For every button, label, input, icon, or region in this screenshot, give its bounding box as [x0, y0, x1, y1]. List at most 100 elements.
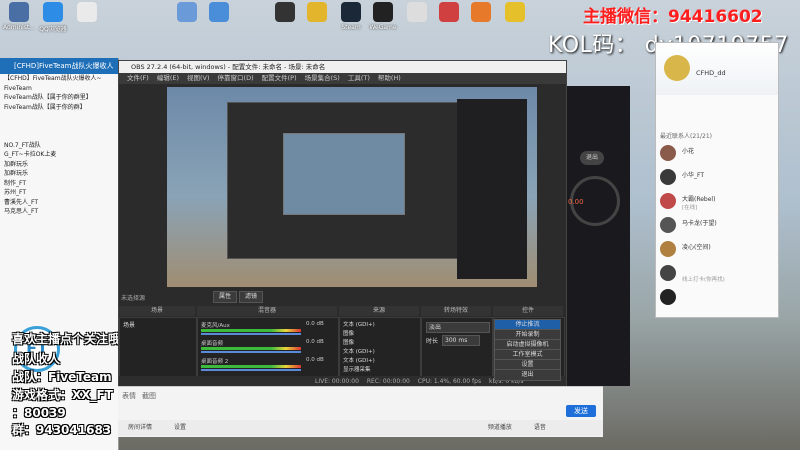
channel-play-link[interactable]: 频道播放 — [488, 424, 512, 431]
emoji-tool[interactable]: 表情 — [122, 391, 136, 401]
properties-button[interactable]: 属性 — [213, 291, 237, 303]
mixer-track-name: 麦克风/Aux — [201, 323, 230, 329]
mixer-track-db: 0.0 dB — [306, 339, 324, 345]
desktop-icon[interactable] — [268, 2, 302, 24]
app-icon — [9, 2, 29, 22]
chat-message-list: 【CFHD】FiveTeam战队火爆收人~ FiveTeam FiveTeam战队【… — [0, 74, 118, 217]
desktop-icon[interactable]: QQ浏览器 — [36, 2, 70, 33]
source-item[interactable]: 图像 — [343, 338, 417, 346]
chat-line: G_FT~卡拉OK上麦 — [4, 151, 57, 158]
duration-label: 时长 — [426, 338, 439, 345]
menu-item[interactable]: 帮助(H) — [378, 74, 401, 82]
volume-meter — [201, 347, 301, 350]
mixer-track-name: 桌面音频 — [201, 341, 224, 347]
volume-slider[interactable] — [201, 351, 301, 353]
source-item[interactable]: 显示器采集 — [343, 365, 417, 373]
qq-contact[interactable]: 凌心(空间) — [660, 239, 774, 261]
obs-preview-canvas[interactable] — [167, 87, 537, 287]
app-icon — [43, 2, 63, 22]
desktop-icon-label: Administ... — [3, 24, 35, 31]
send-button[interactable]: 发送 — [566, 405, 596, 417]
desktop-icon[interactable] — [300, 2, 334, 24]
client-stat: 0.00 — [568, 198, 584, 206]
cpu-status: CPU: 1.4%, 60.00 fps — [417, 378, 482, 385]
desktop-icon[interactable] — [432, 2, 466, 24]
qq-avatar[interactable] — [664, 55, 690, 81]
desktop-icon[interactable]: WeGame — [366, 2, 400, 31]
rec-status: REC: 00:00:00 — [366, 378, 410, 385]
desktop-icon[interactable] — [400, 2, 434, 24]
desktop-icon[interactable] — [202, 2, 236, 24]
qq-contact[interactable]: 小花 — [660, 143, 774, 165]
source-item[interactable]: 文本 (GDI+) — [343, 347, 417, 355]
desktop-icon[interactable]: Steam — [334, 2, 368, 31]
duration-input[interactable]: 300 ms — [442, 335, 480, 346]
overlay-line: 群：943041683 — [12, 423, 112, 437]
mixer-track-db: 0.0 dB — [306, 357, 324, 363]
transition-select[interactable]: 淡出 — [426, 322, 490, 333]
contact-avatar — [660, 169, 676, 185]
chat-line — [0, 131, 118, 141]
volume-slider[interactable] — [201, 333, 301, 335]
source-item[interactable]: 文本 (GDI+) — [343, 356, 417, 364]
qq-section-title: 最近联系人(21/21) — [660, 133, 712, 140]
client-exit-button[interactable]: 退出 — [580, 151, 604, 165]
mixer-track-name: 桌面音频 2 — [201, 359, 229, 365]
preview-nested-inner — [283, 133, 405, 215]
control-button[interactable]: 退出 — [494, 369, 561, 381]
controls-dock-header: 控件 — [493, 306, 563, 316]
desktop-icon[interactable] — [498, 2, 532, 24]
menu-item[interactable]: 工具(T) — [348, 74, 370, 82]
volume-slider[interactable] — [201, 369, 301, 371]
menu-item[interactable]: 场景集合(S) — [305, 74, 340, 82]
qq-contact[interactable]: 线上打卡(你再找) — [660, 263, 774, 285]
qq-contact[interactable]: 小华_FT — [660, 167, 774, 189]
overlay-line: 战队收人 — [12, 352, 61, 366]
filters-button[interactable]: 滤镜 — [239, 291, 263, 303]
obs-menu-bar: 文件(F) 编辑(E) 视图(V) 停靠窗口(D) 配置文件(P) 场景集合(S) 工具(T… — [119, 73, 566, 84]
overlay-line: 战队：FiveTeam — [12, 370, 112, 384]
qq-contact[interactable] — [660, 287, 774, 309]
contact-avatar — [660, 193, 676, 209]
chat-line: 曹溪先人_FT — [4, 198, 39, 206]
chat-line: 加群玩乐 — [4, 170, 29, 177]
mixer-dock-header: 混音器 — [197, 306, 337, 316]
desktop-icon[interactable] — [70, 2, 104, 24]
screenshot-tool[interactable]: 截图 — [142, 391, 156, 401]
menu-item[interactable]: 编辑(E) — [157, 74, 179, 82]
mixer-track-db: 0.0 dB — [306, 321, 324, 327]
menu-item[interactable]: 文件(F) — [127, 74, 149, 82]
contact-status: 线上打卡(你再找) — [682, 277, 725, 283]
desktop-icon-label: WeGame — [369, 24, 397, 31]
source-item[interactable]: 文本 (GDI+) — [343, 320, 417, 328]
app-icon — [439, 2, 459, 22]
app-icon — [373, 2, 393, 22]
overlay-line: 游戏格式：XX_FT — [12, 388, 113, 402]
scenes-dock: 场景 — [119, 317, 197, 377]
source-item[interactable]: 图像 — [343, 329, 417, 337]
qq-contact[interactable]: 大霸(Rebel) [在线] — [660, 191, 774, 213]
app-icon — [341, 2, 361, 22]
desktop-icon[interactable] — [170, 2, 204, 24]
menu-item[interactable]: 停靠窗口(D) — [218, 74, 254, 82]
contact-status: [在线] — [682, 205, 698, 211]
app-icon — [77, 2, 97, 22]
voice-link[interactable]: 语音 — [534, 424, 546, 431]
contact-avatar — [660, 265, 676, 281]
menu-item[interactable]: 配置文件(P) — [262, 74, 297, 82]
preview-caption: 未选择源 — [121, 295, 146, 302]
settings-link[interactable]: 设置 — [174, 424, 186, 431]
scene-item[interactable]: 场景 — [120, 318, 196, 331]
desktop-icon-label: Steam — [341, 24, 361, 31]
desktop-icon[interactable]: Administ... — [2, 2, 36, 31]
contact-avatar — [660, 241, 676, 257]
contact-name: 马卡龙(于望) — [682, 220, 717, 227]
room-details-link[interactable]: 房间详情 — [128, 424, 152, 431]
live-status: LIVE: 00:00:00 — [315, 378, 359, 385]
contact-avatar — [660, 217, 676, 233]
menu-item[interactable]: 视图(V) — [187, 74, 210, 82]
desktop-icon[interactable] — [464, 2, 498, 24]
qq-contact-panel: CFHD_dd 最近联系人(21/21) 小花 小华_FT 大霸(Rebel) [在线… — [655, 42, 779, 318]
qq-contact[interactable]: 马卡龙(于望) — [660, 215, 774, 237]
chat-line: NO.7_FT战队 — [4, 141, 41, 149]
